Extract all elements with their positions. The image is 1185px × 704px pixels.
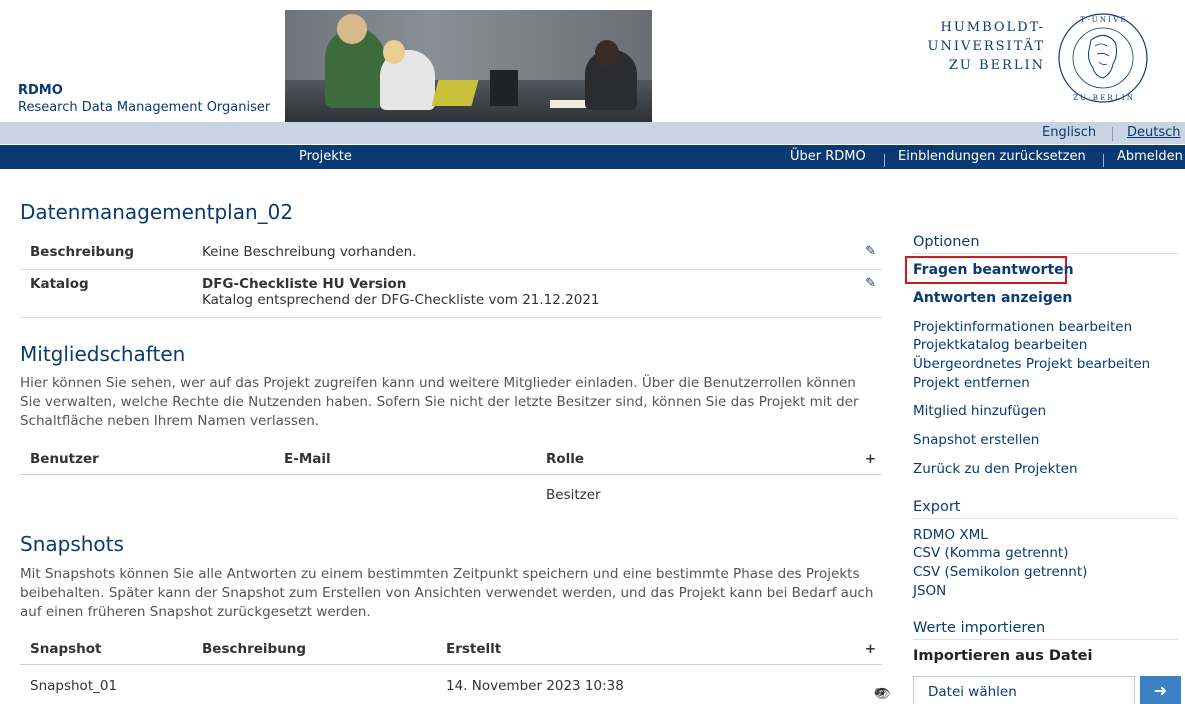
- nav-reset-hints[interactable]: Einblendungen zurücksetzen: [898, 149, 1086, 164]
- svg-text:T · U N I V E: T · U N I V E: [1080, 16, 1125, 24]
- export-rdmo-xml-link[interactable]: RDMO XML: [913, 527, 988, 543]
- snapshots-text: Mit Snapshots können Sie alle Antworten …: [20, 566, 874, 620]
- options-heading: Optionen: [913, 234, 1179, 254]
- col-user: Benutzer: [30, 451, 99, 467]
- pencil-icon[interactable]: ✎: [865, 276, 876, 291]
- upload-submit-button[interactable]: ➜: [1140, 676, 1181, 704]
- snapshots-table-header: Snapshot Beschreibung Erstellt +: [20, 633, 882, 665]
- brand-subtitle: Research Data Management Organiser: [18, 100, 271, 115]
- memberships-text: Hier können Sie sehen, wer auf das Proje…: [20, 375, 859, 429]
- add-member-link[interactable]: Mitglied hinzufügen: [913, 403, 1046, 419]
- university-line1: HUMBOLDT-: [940, 20, 1045, 35]
- create-snapshot-link[interactable]: Snapshot erstellen: [913, 432, 1039, 448]
- description-label: Beschreibung: [30, 244, 135, 260]
- col-snapshot: Snapshot: [30, 641, 102, 657]
- catalog-row: Katalog DFG-Checkliste HU Version Katalo…: [20, 270, 882, 318]
- edit-project-catalog-link[interactable]: Projektkatalog bearbeiten: [913, 337, 1087, 353]
- hu-seal-icon: T · U N I V E Z U · B E R L I N: [1058, 13, 1148, 103]
- nav-about[interactable]: Über RDMO: [790, 149, 866, 164]
- col-role: Rolle: [546, 451, 585, 467]
- member-role: Besitzer: [546, 487, 601, 503]
- file-choose-input[interactable]: Datei wählen: [913, 676, 1135, 704]
- export-csv-semicolon-link[interactable]: CSV (Semikolon getrennt): [913, 564, 1087, 580]
- memberships-title: Mitgliedschaften: [20, 342, 186, 366]
- lang-german-link[interactable]: Deutsch: [1127, 125, 1181, 140]
- nav-projects[interactable]: Projekte: [299, 149, 352, 164]
- memberships-table-header: Benutzer E-Mail Rolle +: [20, 443, 882, 475]
- university-line2: UNIVERSITÄT: [927, 39, 1045, 54]
- university-line3: ZU BERLIN: [948, 58, 1045, 73]
- import-from-file-heading: Importieren aus Datei: [913, 648, 1093, 664]
- snapshots-title: Snapshots: [20, 532, 124, 556]
- import-values-heading: Werte importieren: [913, 620, 1179, 640]
- edit-project-info-link[interactable]: Projektinformationen bearbeiten: [913, 319, 1132, 335]
- add-member-plus-icon[interactable]: +: [865, 451, 876, 467]
- main-nav: Projekte Über RDMO Einblendungen zurücks…: [0, 145, 1185, 169]
- file-choose-label: Datei wählen: [928, 684, 1017, 700]
- col-created: Erstellt: [446, 641, 502, 657]
- description-value: Keine Beschreibung vorhanden.: [202, 244, 417, 260]
- language-bar: Englisch Deutsch: [0, 122, 1185, 144]
- brand[interactable]: RDMO Research Data Management Organiser: [18, 82, 270, 116]
- add-snapshot-plus-icon[interactable]: +: [865, 641, 876, 657]
- university-logo[interactable]: HUMBOLDT- UNIVERSITÄT ZU BERLIN T · U N …: [915, 10, 1175, 110]
- lang-divider: [1112, 127, 1113, 141]
- svg-text:Z U · B E R L I N: Z U · B E R L I N: [1073, 94, 1133, 102]
- col-description: Beschreibung: [202, 641, 307, 657]
- export-heading: Export: [913, 499, 1179, 519]
- catalog-name: DFG-Checkliste HU Version: [202, 276, 407, 292]
- snapshot-name: Snapshot_01: [30, 678, 118, 694]
- header: RDMO Research Data Management Organiser …: [0, 0, 1185, 122]
- export-json-link[interactable]: JSON: [913, 583, 946, 599]
- catalog-value: DFG-Checkliste HU Version Katalog entspr…: [202, 276, 600, 308]
- edit-parent-project-link[interactable]: Übergeordnetes Projekt bearbeiten: [913, 356, 1150, 372]
- table-row: Besitzer: [20, 479, 882, 511]
- table-row: Snapshot_01 14. November 2023 10:38 👁 ✎ ↶: [20, 670, 891, 702]
- description-row: Beschreibung Keine Beschreibung vorhande…: [20, 238, 882, 270]
- undo-icon[interactable]: ↶: [874, 686, 886, 702]
- remove-project-link[interactable]: Projekt entfernen: [913, 375, 1030, 391]
- nav-divider: [1103, 154, 1104, 167]
- show-answers-link[interactable]: Antworten anzeigen: [913, 290, 1072, 306]
- university-name: HUMBOLDT- UNIVERSITÄT ZU BERLIN: [915, 18, 1045, 75]
- snapshot-created: 14. November 2023 10:38: [446, 678, 624, 694]
- lang-english-link[interactable]: Englisch: [1042, 125, 1096, 140]
- export-csv-comma-link[interactable]: CSV (Komma getrennt): [913, 545, 1069, 561]
- arrow-right-icon: ➜: [1153, 681, 1168, 700]
- col-email: E-Mail: [284, 451, 331, 467]
- header-photo: [285, 10, 652, 122]
- pencil-icon[interactable]: ✎: [865, 244, 876, 259]
- page-title: Datenmanagementplan_02: [20, 200, 294, 224]
- catalog-description: Katalog entsprechend der DFG-Checkliste …: [202, 292, 600, 308]
- catalog-label: Katalog: [30, 276, 89, 292]
- answer-questions-link[interactable]: Fragen beantworten: [913, 262, 1074, 278]
- brand-title: RDMO: [18, 83, 63, 98]
- back-to-projects-link[interactable]: Zurück zu den Projekten: [913, 461, 1078, 477]
- nav-logout[interactable]: Abmelden: [1117, 149, 1183, 164]
- nav-divider: [884, 154, 885, 167]
